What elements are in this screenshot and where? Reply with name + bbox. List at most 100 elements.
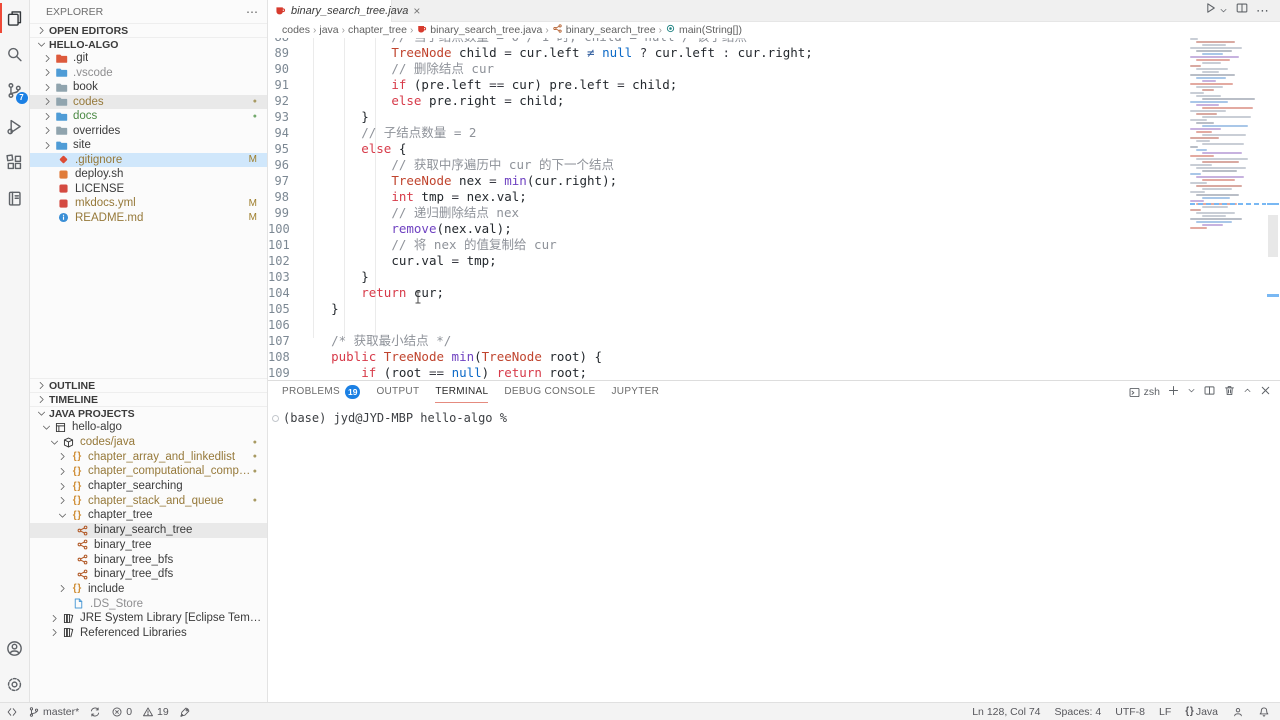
scrollbar-thumb[interactable]	[1268, 215, 1278, 257]
code-text: cur.val = tmp;	[301, 253, 497, 269]
java-tree-item[interactable]: { }chapter_searching	[30, 479, 267, 494]
java-tree-item[interactable]: binary_tree_dfs	[30, 567, 267, 582]
trash-icon[interactable]	[1223, 384, 1236, 400]
file-label: mkdocs.yml	[75, 197, 136, 209]
panel-tab-problems[interactable]: PROBLEMS19	[282, 381, 360, 403]
java-tree-item[interactable]: hello-algo	[30, 420, 267, 435]
file-tree-item[interactable]: book	[30, 80, 267, 95]
status-encoding[interactable]: UTF-8	[1115, 706, 1145, 718]
status-feedback[interactable]	[1232, 706, 1244, 718]
code-text: if (pre.left == cur) pre.left = child;	[301, 77, 677, 93]
timeline-header[interactable]: TIMELINE	[30, 392, 267, 406]
activity-source-control[interactable]: 7	[0, 72, 30, 108]
file-tree-item[interactable]: mkdocs.ymlM	[30, 196, 267, 211]
activity-run-debug[interactable]	[0, 108, 30, 144]
panel-tab-debug-console[interactable]: DEBUG CONSOLE	[504, 381, 595, 403]
status-notifications[interactable]	[1258, 706, 1270, 718]
breadcrumb-item[interactable]: chapter_tree	[348, 24, 407, 36]
status-label: 0	[126, 706, 132, 718]
close-icon[interactable]	[1259, 384, 1272, 400]
tab-binary-search-tree[interactable]: binary_search_tree.java ×	[268, 0, 392, 22]
activity-settings[interactable]	[0, 666, 30, 702]
java-tree-item[interactable]: binary_search_tree	[30, 523, 267, 538]
breadcrumb-item[interactable]: java	[319, 24, 338, 36]
status-warnings[interactable]: 19	[142, 706, 169, 718]
java-tree-item[interactable]: binary_tree	[30, 538, 267, 553]
activity-notebook[interactable]	[0, 180, 30, 216]
plus-icon[interactable]	[1167, 384, 1180, 400]
outline-header[interactable]: OUTLINE	[30, 378, 267, 392]
terminal-shell-picker[interactable]: zsh	[1128, 386, 1160, 399]
panel-tab-terminal[interactable]: TERMINAL	[435, 381, 488, 403]
file-tree-item[interactable]: .gitignoreM	[30, 153, 267, 168]
line-number: 107	[268, 333, 301, 349]
chevron-down-icon[interactable]	[1187, 386, 1196, 398]
status-launch[interactable]	[179, 706, 191, 718]
activity-extensions[interactable]	[0, 144, 30, 180]
chevron-down-icon[interactable]	[1224, 2, 1228, 20]
activity-explorer[interactable]	[0, 0, 30, 36]
minimap[interactable]	[1190, 38, 1266, 380]
status-git-branch[interactable]: master*	[28, 706, 79, 718]
java-tree-item[interactable]: { }chapter_tree	[30, 508, 267, 523]
chevron-right-icon	[40, 66, 54, 80]
java-projects-header[interactable]: JAVA PROJECTS	[30, 406, 267, 420]
status-language-mode[interactable]: { }Java	[1185, 706, 1218, 718]
status-cursor-position[interactable]: Ln 128, Col 74	[972, 706, 1040, 718]
file-tree-item[interactable]: LICENSE	[30, 182, 267, 197]
close-tab-icon[interactable]: ×	[413, 4, 420, 18]
breadcrumb-label: codes	[282, 24, 310, 36]
file-tree-item[interactable]: site	[30, 138, 267, 153]
line-number: 91	[268, 77, 301, 93]
java-tree-item[interactable]: .DS_Store	[30, 596, 267, 611]
file-tree-item[interactable]: overrides	[30, 124, 267, 139]
breadcrumb-item[interactable]: binary_search_tree.java	[416, 23, 542, 37]
line-number: 106	[268, 317, 301, 333]
breadcrumb-item[interactable]: binary_search_tree	[552, 23, 656, 37]
activity-search[interactable]	[0, 36, 30, 72]
code-editor[interactable]: 88 // 当子结点数量 = 0 / 1 时, child = null / 该…	[268, 38, 1280, 380]
chevron-up-icon[interactable]	[1243, 386, 1252, 398]
panel-tab-output[interactable]: OUTPUT	[376, 381, 419, 403]
item-label: chapter_tree	[88, 509, 153, 521]
java-tree-item[interactable]: { }chapter_array_and_linkedlist●	[30, 449, 267, 464]
status-errors[interactable]: 0	[111, 706, 132, 718]
split-icon[interactable]	[1203, 384, 1216, 400]
terminal[interactable]: (base) jyd@JYD-MBP hello-algo %	[268, 403, 1280, 425]
file-tree-item[interactable]: README.mdM	[30, 211, 267, 226]
status-sync[interactable]	[89, 706, 101, 718]
breadcrumb-item[interactable]: main(String[])	[665, 23, 742, 37]
activity-account[interactable]	[0, 630, 30, 666]
status-remote[interactable]	[6, 706, 18, 718]
root-folder-header[interactable]: HELLO-ALGO	[30, 37, 267, 51]
file-tree-item[interactable]: .vscode	[30, 66, 267, 81]
status-indentation[interactable]: Spaces: 4	[1055, 706, 1102, 718]
java-tree-item[interactable]: { }include	[30, 582, 267, 597]
open-editors-header[interactable]: OPEN EDITORS	[30, 23, 267, 37]
java-tree-item[interactable]: binary_tree_bfs	[30, 552, 267, 567]
java-tree-item[interactable]: { }chapter_stack_and_queue●	[30, 493, 267, 508]
panel-tab-jupyter[interactable]: JUPYTER	[612, 381, 660, 403]
more-actions-button[interactable]: ⋯	[1256, 2, 1270, 20]
views-more-icon[interactable]: ⋯	[246, 5, 259, 19]
file-tree-item[interactable]: docs●	[30, 109, 267, 124]
java-tree-item[interactable]: Referenced Libraries	[30, 626, 267, 641]
run-button[interactable]	[1203, 1, 1217, 20]
folder-icon	[54, 52, 69, 65]
line-number: 102	[268, 253, 301, 269]
file-tree-item[interactable]: deploy.sh	[30, 167, 267, 182]
file-tree-item[interactable]: codes●	[30, 95, 267, 110]
split-editor-button[interactable]	[1235, 1, 1249, 20]
chevron-right-icon	[55, 464, 69, 478]
code-line: 94 // 子结点数量 = 2	[268, 125, 1190, 141]
java-tree-item[interactable]: JRE System Library [Eclipse Temurin 17 […	[30, 611, 267, 626]
file-tree-item[interactable]: .git	[30, 51, 267, 66]
java-tree-item[interactable]: { }chapter_computational_complexity●	[30, 464, 267, 479]
scrollbar[interactable]	[1266, 38, 1280, 380]
breadcrumb-item[interactable]: codes	[282, 24, 310, 36]
java-tree-item[interactable]: codes/java●	[30, 435, 267, 450]
line-number: 105	[268, 301, 301, 317]
status-eol[interactable]: LF	[1159, 706, 1171, 718]
item-label: chapter_stack_and_queue	[88, 495, 224, 507]
item-label: hello-algo	[72, 421, 122, 433]
